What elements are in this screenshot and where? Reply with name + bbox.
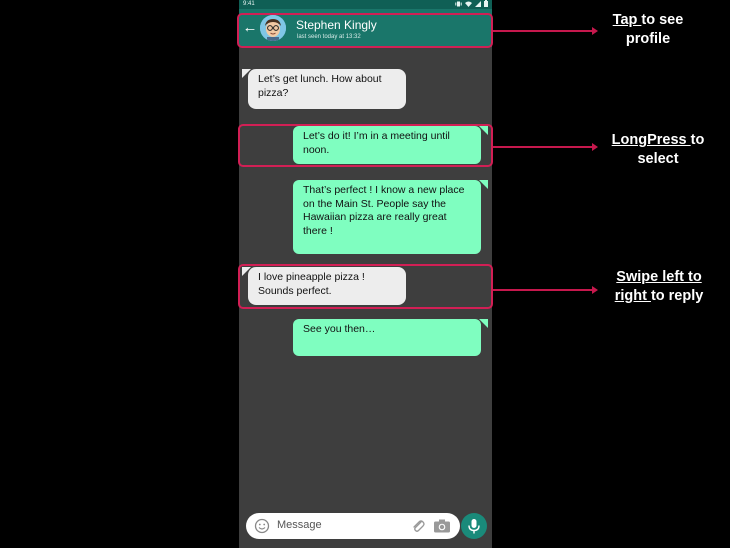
annotation-select-emph: LongPress	[611, 132, 691, 148]
annotation-profile-emph: Tap	[612, 12, 642, 28]
mic-button[interactable]	[461, 513, 487, 539]
message-input[interactable]: Message	[246, 513, 460, 539]
bubble-tail	[479, 319, 488, 328]
status-icons	[455, 0, 488, 7]
message-highlight-longpress	[238, 124, 493, 167]
annotation-reply-emph2: right	[614, 288, 651, 304]
status-time: 9:41	[243, 1, 255, 7]
message-placeholder: Message	[277, 519, 322, 531]
message-bubble[interactable]: See you then…	[293, 319, 481, 356]
signal-icon	[475, 0, 481, 7]
annotation-select-rest2: select	[637, 151, 679, 167]
annotation-reply-emph1: Swipe left to	[616, 269, 702, 285]
annotation-arrow	[493, 146, 593, 148]
camera-icon[interactable]	[433, 518, 451, 534]
message-bubble[interactable]: Let’s get lunch. How about pizza?	[248, 69, 406, 109]
emoji-icon[interactable]	[254, 518, 270, 534]
bubble-tail	[479, 180, 488, 189]
annotation-arrow	[493, 30, 593, 32]
attach-icon[interactable]	[410, 518, 426, 534]
message-bubble[interactable]: That’s perfect ! I know a new place on t…	[293, 180, 481, 254]
annotation-arrowhead	[592, 142, 598, 151]
annotation-reply-rest: to reply	[650, 288, 704, 304]
annotation-profile-rest2: profile	[625, 31, 671, 47]
battery-icon	[484, 0, 488, 7]
annotation-profile-rest1: to see	[641, 12, 684, 28]
annotation-select-rest1: to	[690, 132, 705, 148]
annotation-profile: Tap to see profile	[600, 11, 696, 49]
annotation-reply: Swipe left to right to reply	[603, 268, 715, 306]
wifi-icon	[465, 1, 472, 7]
annotation-arrow	[493, 289, 593, 291]
vibrate-icon	[455, 1, 462, 6]
mic-icon	[468, 519, 480, 534]
message-highlight-swipe	[238, 264, 493, 309]
status-bar: 9:41	[239, 0, 492, 9]
annotation-arrowhead	[592, 285, 598, 294]
header-highlight	[237, 13, 493, 48]
annotation-select: LongPress to select	[605, 131, 711, 169]
annotation-arrowhead	[592, 26, 598, 35]
